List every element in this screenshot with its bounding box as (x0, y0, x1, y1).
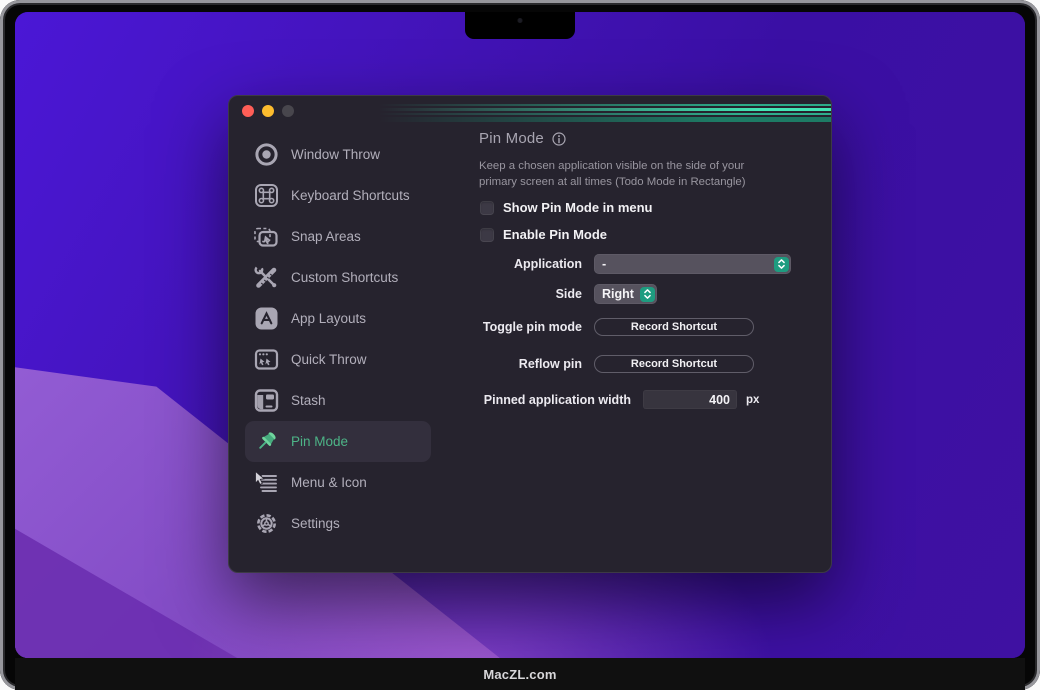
cursors-window-icon (253, 346, 280, 373)
sidebar-item-label: Pin Mode (291, 434, 349, 449)
application-select[interactable]: - (594, 254, 791, 274)
sidebar-item-snap-areas[interactable]: Snap Areas (245, 216, 431, 257)
info-icon[interactable] (552, 131, 566, 146)
sidebar-item-stash[interactable]: Stash (245, 380, 431, 421)
sidebar-item-label: Snap Areas (291, 229, 361, 244)
camera-dot (517, 18, 523, 23)
checkbox-label: Show Pin Mode in menu (503, 200, 653, 215)
page-title: Pin Mode (479, 130, 544, 147)
sidebar-item-label: Custom Shortcuts (291, 270, 399, 285)
checkbox-row: Enable Pin Mode (480, 227, 607, 242)
app-window: Window Throw Keyboard Shortcuts Snap Areas… (228, 95, 832, 573)
sidebar-item-app-layouts[interactable]: App Layouts (245, 298, 431, 339)
drawer-icon (253, 387, 280, 414)
menu-lines-cursor-icon (253, 469, 280, 496)
sidebar-item-label: App Layouts (291, 311, 367, 326)
sidebar-item-label: Menu & Icon (291, 475, 367, 490)
sidebar-item-quick-throw[interactable]: Quick Throw (245, 339, 431, 380)
sidebar-item-custom-shortcuts[interactable]: Custom Shortcuts (245, 257, 431, 298)
appstore-icon (253, 305, 280, 332)
sidebar-item-menu-and-icon[interactable]: Menu & Icon (245, 462, 431, 503)
show-pin-mode-checkbox[interactable] (480, 200, 494, 215)
reflow-pin-label: Reflow pin (518, 357, 582, 371)
toggle-pin-mode-row: Toggle pin mode Record Shortcut (479, 318, 754, 336)
reflow-pin-row: Reflow pin Record Shortcut (479, 355, 754, 373)
gear-icon (253, 510, 280, 537)
stepper-icon (640, 286, 655, 302)
sidebar: Window Throw Keyboard Shortcuts Snap Areas… (245, 134, 431, 544)
sidebar-item-window-throw[interactable]: Window Throw (245, 134, 431, 175)
checkbox-label: Enable Pin Mode (503, 227, 608, 242)
brand-text: MacZL.com (483, 666, 557, 682)
record-shortcut-button[interactable]: Record Shortcut (594, 355, 754, 373)
side-label: Side (555, 287, 582, 301)
enable-pin-mode-checkbox[interactable] (480, 227, 494, 242)
close-button[interactable] (242, 105, 254, 117)
pushpin-icon (253, 428, 280, 455)
stepper-icon (774, 256, 789, 272)
macbook-frame: Window Throw Keyboard Shortcuts Snap Areas… (0, 0, 1040, 690)
sidebar-item-label: Stash (291, 393, 326, 408)
sidebar-item-label: Settings (291, 516, 340, 531)
checkbox-row: Show Pin Mode in menu (480, 200, 653, 215)
panel-description: Keep a chosen application visible on the… (479, 160, 746, 188)
sidebar-item-label: Window Throw (291, 147, 381, 162)
pinned-width-input[interactable]: 400 (643, 390, 737, 409)
pinned-width-unit: px (746, 393, 760, 406)
application-row: Application - (479, 254, 791, 274)
sidebar-item-label: Quick Throw (291, 352, 367, 367)
minimize-button[interactable] (262, 105, 274, 117)
command-key-icon (253, 182, 280, 209)
toggle-pin-mode-label: Toggle pin mode (482, 320, 582, 334)
sidebar-item-pin-mode[interactable]: Pin Mode (245, 421, 431, 462)
side-select[interactable]: Right (594, 284, 657, 304)
pinned-width-value: 400 (709, 392, 730, 407)
screen: Window Throw Keyboard Shortcuts Snap Areas… (15, 12, 1025, 658)
record-shortcut-button[interactable]: Record Shortcut (594, 318, 754, 336)
pinned-width-row: Pinned application width 400 px (479, 390, 759, 409)
pinned-width-label: Pinned application width (483, 392, 631, 407)
side-row: Side Right (479, 284, 657, 304)
settings-panel: Pin Mode Keep a chosen application visib… (479, 96, 829, 572)
sidebar-item-label: Keyboard Shortcuts (291, 188, 410, 203)
snap-cursor-icon (253, 223, 280, 250)
side-value: Right (602, 287, 634, 301)
application-value: - (602, 257, 607, 271)
zoom-button[interactable] (282, 105, 294, 117)
bottom-bezel: MacZL.com (15, 658, 1025, 690)
traffic-lights (242, 105, 294, 117)
tools-icon (253, 264, 280, 291)
application-label: Application (513, 257, 582, 271)
sidebar-item-keyboard-shortcuts[interactable]: Keyboard Shortcuts (245, 175, 431, 216)
panel-header: Pin Mode (479, 130, 566, 147)
sidebar-item-settings[interactable]: Settings (245, 503, 431, 544)
target-icon (253, 141, 280, 168)
camera-notch (465, 12, 575, 39)
